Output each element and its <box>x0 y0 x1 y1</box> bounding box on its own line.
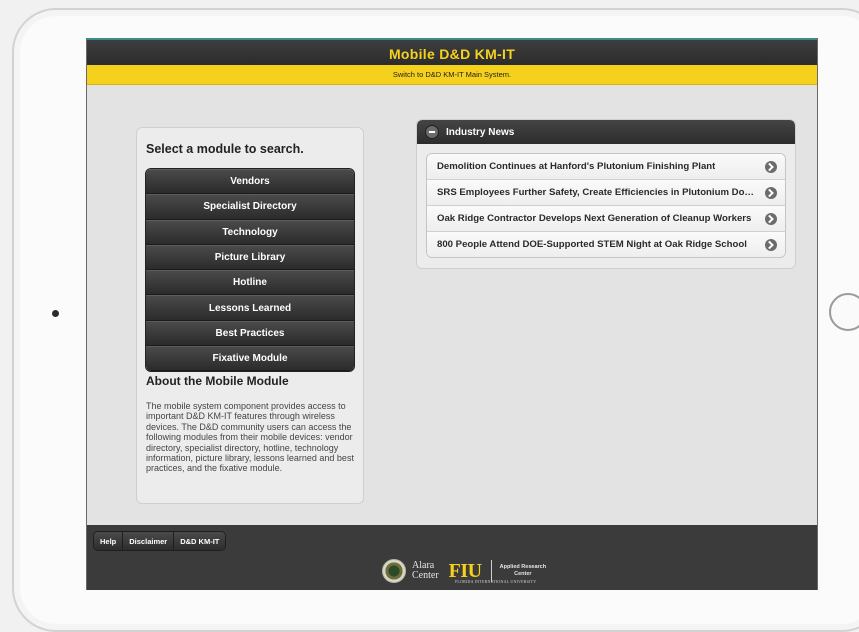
alara-line2: Center <box>412 570 439 581</box>
module-button-specialist-directory[interactable]: Specialist Directory <box>146 194 354 220</box>
partner-logos: Alara Center FIU FLORIDA INTERNATIONAL U… <box>382 555 546 587</box>
module-button-technology[interactable]: Technology <box>146 219 354 245</box>
fiu-subtitle: FLORIDA INTERNATIONAL UNIVERSITY <box>455 579 537 584</box>
module-list: Vendors Specialist Directory Technology … <box>145 168 355 373</box>
alara-center-logo: Alara Center <box>412 561 439 581</box>
switch-main-system-link[interactable]: Switch to D&D KM-IT Main System. <box>87 65 817 85</box>
about-text: The mobile system component provides acc… <box>146 401 354 474</box>
news-item-title: 800 People Attend DOE-Supported STEM Nig… <box>437 239 747 250</box>
news-item[interactable]: Oak Ridge Contractor Develops Next Gener… <box>427 206 785 232</box>
footer: Help Disclaimer D&D KM-IT Alara Center F… <box>87 525 817 590</box>
module-button-hotline[interactable]: Hotline <box>146 270 354 296</box>
doe-seal-logo <box>382 559 406 583</box>
module-button-fixative-module[interactable]: Fixative Module <box>146 346 354 372</box>
arc-line2: Center <box>514 571 532 577</box>
news-item-title: SRS Employees Further Safety, Create Eff… <box>437 187 755 198</box>
module-panel: Select a module to search. Vendors Speci… <box>136 127 364 504</box>
chevron-right-icon <box>765 238 777 251</box>
app-title: Mobile D&D KM-IT <box>87 38 817 67</box>
chevron-right-icon <box>765 160 777 173</box>
collapse-minus-icon[interactable] <box>425 125 439 139</box>
app-screen: Mobile D&D KM-IT Switch to D&D KM-IT Mai… <box>86 38 818 590</box>
help-button[interactable]: Help <box>94 532 124 550</box>
news-item-title: Demolition Continues at Hanford's Pluton… <box>437 161 716 172</box>
module-button-best-practices[interactable]: Best Practices <box>146 320 354 347</box>
chevron-right-icon <box>765 212 777 225</box>
applied-research-center-logo: Applied Research Center <box>500 564 546 578</box>
home-button[interactable] <box>829 293 859 331</box>
module-button-picture-library[interactable]: Picture Library <box>146 244 354 271</box>
news-item-title: Oak Ridge Contractor Develops Next Gener… <box>437 213 752 224</box>
module-button-lessons-learned[interactable]: Lessons Learned <box>146 295 354 321</box>
industry-news-panel: Industry News Demolition Continues at Ha… <box>416 119 796 269</box>
news-item[interactable]: SRS Employees Further Safety, Create Eff… <box>427 180 785 206</box>
industry-news-header[interactable]: Industry News <box>417 120 795 144</box>
industry-news-title: Industry News <box>446 126 515 138</box>
disclaimer-button[interactable]: Disclaimer <box>123 532 175 550</box>
ddkmit-button[interactable]: D&D KM-IT <box>174 532 226 550</box>
chevron-right-icon <box>765 186 777 199</box>
module-heading: Select a module to search. <box>146 142 304 156</box>
tablet-frame: Mobile D&D KM-IT Switch to D&D KM-IT Mai… <box>12 8 859 632</box>
camera-dot <box>52 310 59 317</box>
arc-line1: Applied Research <box>499 564 547 570</box>
news-list: Demolition Continues at Hanford's Pluton… <box>426 153 786 258</box>
about-title: About the Mobile Module <box>146 374 289 388</box>
news-item[interactable]: 800 People Attend DOE-Supported STEM Nig… <box>427 232 785 257</box>
news-item[interactable]: Demolition Continues at Hanford's Pluton… <box>427 154 785 180</box>
module-button-vendors[interactable]: Vendors <box>146 169 354 195</box>
footer-nav: Help Disclaimer D&D KM-IT <box>93 531 227 551</box>
